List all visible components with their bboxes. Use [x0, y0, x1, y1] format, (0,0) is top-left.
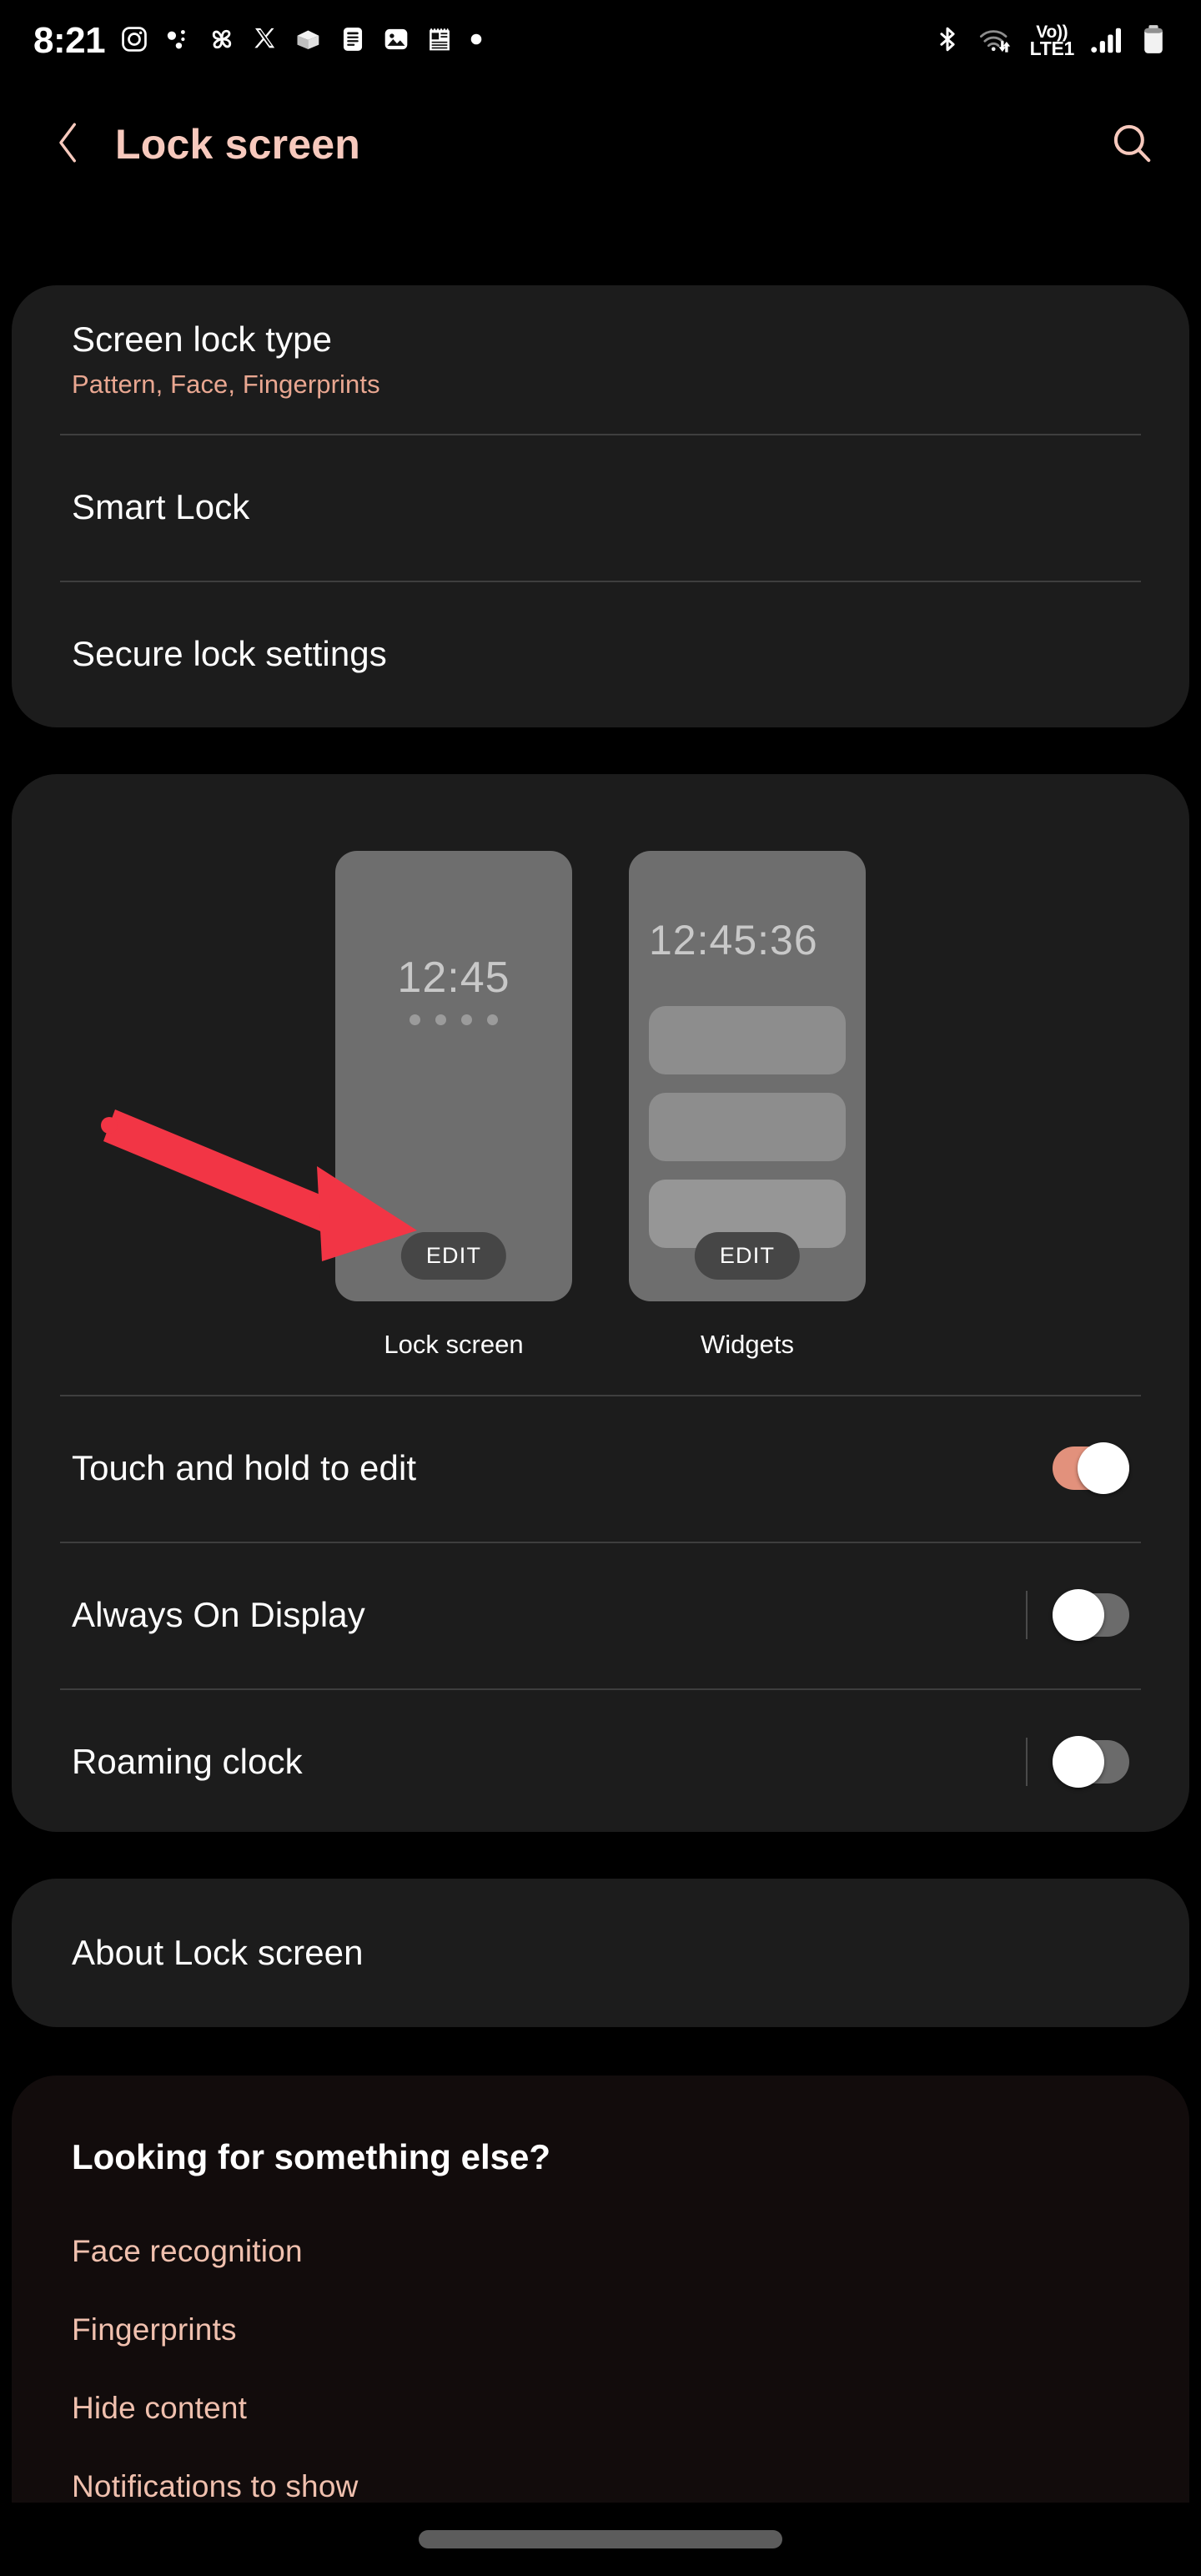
lock-screen-thumbnail[interactable]: 12:45 EDIT: [335, 851, 572, 1301]
status-bar: 8:21 Vo)) LTE1: [0, 0, 1201, 82]
instagram-icon: [120, 25, 148, 58]
navigation-bar: [0, 2503, 1201, 2576]
toggle-area: [1026, 1589, 1129, 1641]
link-hide-content[interactable]: Hide content: [72, 2391, 247, 2426]
package-box-icon: [294, 24, 324, 58]
screen-lock-type-summary: Pattern, Face, Fingerprints: [72, 370, 380, 399]
security-settings-card: Screen lock type Pattern, Face, Fingerpr…: [12, 285, 1189, 727]
setting-row-about-lock-screen[interactable]: About Lock screen: [12, 1879, 1189, 2027]
toggle-knob: [1053, 1589, 1104, 1641]
pattern-dots-indicator: [335, 1014, 572, 1025]
lock-screen-preview-caption: Lock screen: [384, 1330, 524, 1359]
network-type-label: LTE1: [1029, 38, 1075, 60]
setting-row-roaming-clock[interactable]: Roaming clock: [12, 1688, 1189, 1835]
battery-icon: [1141, 24, 1166, 58]
setting-row-always-on-display[interactable]: Always On Display: [12, 1542, 1189, 1688]
more-section-heading: Looking for something else?: [72, 2137, 551, 2176]
home-gesture-pill[interactable]: [419, 2530, 782, 2548]
lock-screen-preview-item[interactable]: 12:45 EDIT Lock screen: [335, 851, 572, 1360]
dots-cluster-icon: [163, 25, 192, 58]
touch-and-hold-to-edit-label: Touch and hold to edit: [72, 1448, 417, 1487]
toggle-knob: [1078, 1442, 1129, 1494]
toggle-separator: [1026, 1738, 1028, 1786]
link-fingerprints[interactable]: Fingerprints: [72, 2312, 237, 2347]
more-dot-icon: [469, 32, 484, 51]
wifi-data-transfer-icon: [978, 25, 1013, 58]
pinwheel-icon: [207, 24, 237, 58]
page-title: Lock screen: [115, 121, 361, 168]
setting-row-screen-lock-type[interactable]: Screen lock type Pattern, Face, Fingerpr…: [12, 285, 1189, 434]
widgets-preview-caption: Widgets: [701, 1330, 794, 1359]
roaming-clock-toggle[interactable]: [1053, 1736, 1129, 1788]
always-on-display-toggle[interactable]: [1053, 1589, 1129, 1641]
lock-screen-preview-card: 12:45 EDIT Lock screen 12:45:36 EDIT Wid…: [12, 774, 1189, 1832]
about-lock-screen-title: About Lock screen: [72, 1933, 364, 1972]
about-card: About Lock screen: [12, 1879, 1189, 2027]
touch-and-hold-to-edit-toggle[interactable]: [1053, 1442, 1129, 1494]
x-twitter-icon: [252, 26, 279, 57]
volte-network-label: Vo)) LTE1: [1029, 23, 1075, 60]
setting-row-secure-lock-settings[interactable]: Secure lock settings: [12, 581, 1189, 727]
status-bar-right-group: Vo)) LTE1: [933, 23, 1201, 60]
chevron-left-icon: [50, 118, 87, 171]
status-bar-clock: 8:21: [33, 20, 106, 61]
lock-screen-edit-button[interactable]: EDIT: [400, 1232, 507, 1280]
widgets-thumbnail[interactable]: 12:45:36 EDIT: [629, 851, 866, 1301]
setting-row-touch-and-hold-to-edit[interactable]: Touch and hold to edit: [12, 1395, 1189, 1542]
widgets-edit-button[interactable]: EDIT: [694, 1232, 801, 1280]
toggle-area: [1053, 1442, 1129, 1494]
lock-screen-preview-clock: 12:45: [397, 953, 510, 1002]
search-button[interactable]: [1109, 120, 1154, 169]
status-bar-left-group: 8:21: [0, 20, 484, 62]
preview-thumbnail-strip: 12:45 EDIT Lock screen 12:45:36 EDIT Wid…: [12, 851, 1189, 1360]
toggle-area: [1026, 1736, 1129, 1788]
widgets-preview-item[interactable]: 12:45:36 EDIT Widgets: [629, 851, 866, 1360]
bluetooth-icon: [933, 25, 962, 58]
link-face-recognition[interactable]: Face recognition: [72, 2234, 303, 2269]
back-button[interactable]: [28, 118, 108, 171]
looking-for-something-else-card: Looking for something else? Face recogni…: [12, 2075, 1189, 2576]
signal-bars-icon: [1091, 25, 1124, 58]
always-on-display-label: Always On Display: [72, 1595, 365, 1634]
widget-placeholder: [649, 1093, 846, 1161]
toggle-separator: [1026, 1591, 1028, 1639]
widget-placeholder: [649, 1006, 846, 1074]
screen-lock-type-title: Screen lock type: [72, 319, 333, 359]
photo-icon: [382, 25, 410, 58]
setting-row-smart-lock[interactable]: Smart Lock: [12, 434, 1189, 581]
document-icon: [339, 25, 367, 58]
smart-lock-title: Smart Lock: [72, 487, 250, 526]
notepad-icon: [425, 25, 454, 58]
toggle-knob: [1053, 1736, 1104, 1788]
search-icon: [1109, 120, 1154, 169]
widgets-preview-clock: 12:45:36: [649, 917, 818, 963]
link-notifications-to-show[interactable]: Notifications to show: [72, 2469, 359, 2504]
app-header: Lock screen: [0, 82, 1201, 207]
secure-lock-settings-title: Secure lock settings: [72, 634, 387, 673]
roaming-clock-label: Roaming clock: [72, 1742, 303, 1781]
